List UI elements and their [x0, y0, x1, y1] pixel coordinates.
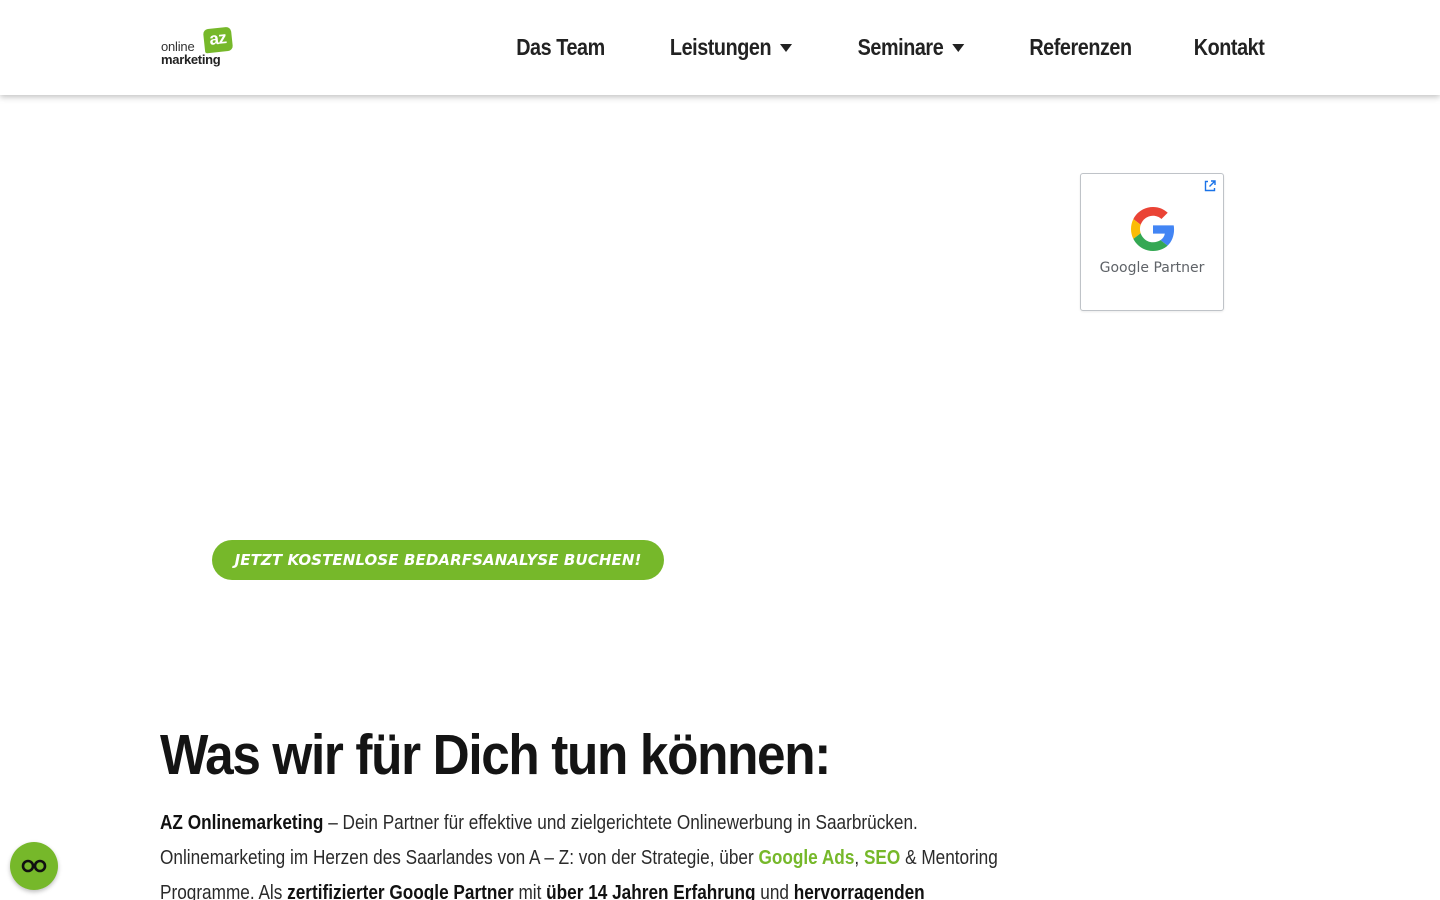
- external-link-icon: [1204, 180, 1216, 192]
- seo-link[interactable]: SEO: [864, 847, 900, 869]
- section-title: Was wir für Dich tun können:: [160, 723, 831, 787]
- emphasis-text: hervorragenden: [793, 882, 925, 900]
- nav-item-label: Leistungen: [669, 34, 772, 60]
- accessibility-glasses-icon: [21, 859, 47, 873]
- main-navigation: Das Team Leistungen Seminare Referenzen …: [509, 0, 1270, 95]
- google-partner-label: Google Partner: [1099, 260, 1205, 276]
- intro-text: mit: [513, 882, 547, 900]
- google-g-icon: [1131, 207, 1175, 251]
- emphasis-text: zertifizierter Google Partner: [287, 882, 514, 900]
- caret-down-icon: [952, 43, 965, 52]
- book-analysis-button[interactable]: JETZT KOSTENLOSE BEDARFSANALYSE BUCHEN!: [212, 540, 664, 580]
- nav-item-das-team[interactable]: Das Team: [516, 34, 605, 61]
- intro-text: und: [755, 882, 794, 900]
- intro-text: – Dein Partner für effektive und zielger…: [323, 812, 918, 834]
- intro-line-2: Onlinemarketing im Herzen des Saarlandes…: [160, 841, 998, 876]
- nav-item-kontakt[interactable]: Kontakt: [1194, 34, 1265, 61]
- google-ads-link[interactable]: Google Ads: [759, 847, 855, 869]
- nav-item-seminare[interactable]: Seminare: [857, 34, 965, 61]
- logo-badge: az: [202, 26, 234, 54]
- site-header: online marketing az Das Team Leistungen …: [0, 0, 1440, 95]
- google-partner-badge[interactable]: Google Partner: [1080, 173, 1224, 311]
- nav-item-leistungen[interactable]: Leistungen: [670, 34, 792, 61]
- emphasis-text: über 14 Jahren Erfahrung: [546, 882, 756, 900]
- intro-text: & Mentoring: [900, 847, 998, 869]
- nav-item-label: Seminare: [857, 34, 944, 60]
- intro-line-1: AZ Onlinemarketing – Dein Partner für ef…: [160, 806, 968, 841]
- brand-name: AZ Onlinemarketing: [160, 812, 324, 834]
- site-logo[interactable]: online marketing az: [160, 26, 234, 69]
- caret-down-icon: [779, 43, 792, 52]
- accessibility-toggle-button[interactable]: [10, 842, 58, 890]
- separator: ,: [854, 847, 864, 869]
- nav-item-referenzen[interactable]: Referenzen: [1029, 34, 1132, 61]
- intro-text: Onlinemarketing im Herzen des Saarlandes…: [160, 847, 759, 869]
- intro-paragraph: AZ Onlinemarketing – Dein Partner für ef…: [160, 806, 998, 900]
- nav-item-label: Referenzen: [1029, 34, 1132, 60]
- intro-text: Programme. Als: [160, 882, 288, 900]
- nav-item-label: Das Team: [515, 34, 605, 60]
- logo-text-marketing: marketing: [161, 52, 221, 67]
- nav-item-label: Kontakt: [1193, 34, 1265, 60]
- intro-line-3: Programme. Als zertifizierter Google Par…: [160, 876, 968, 900]
